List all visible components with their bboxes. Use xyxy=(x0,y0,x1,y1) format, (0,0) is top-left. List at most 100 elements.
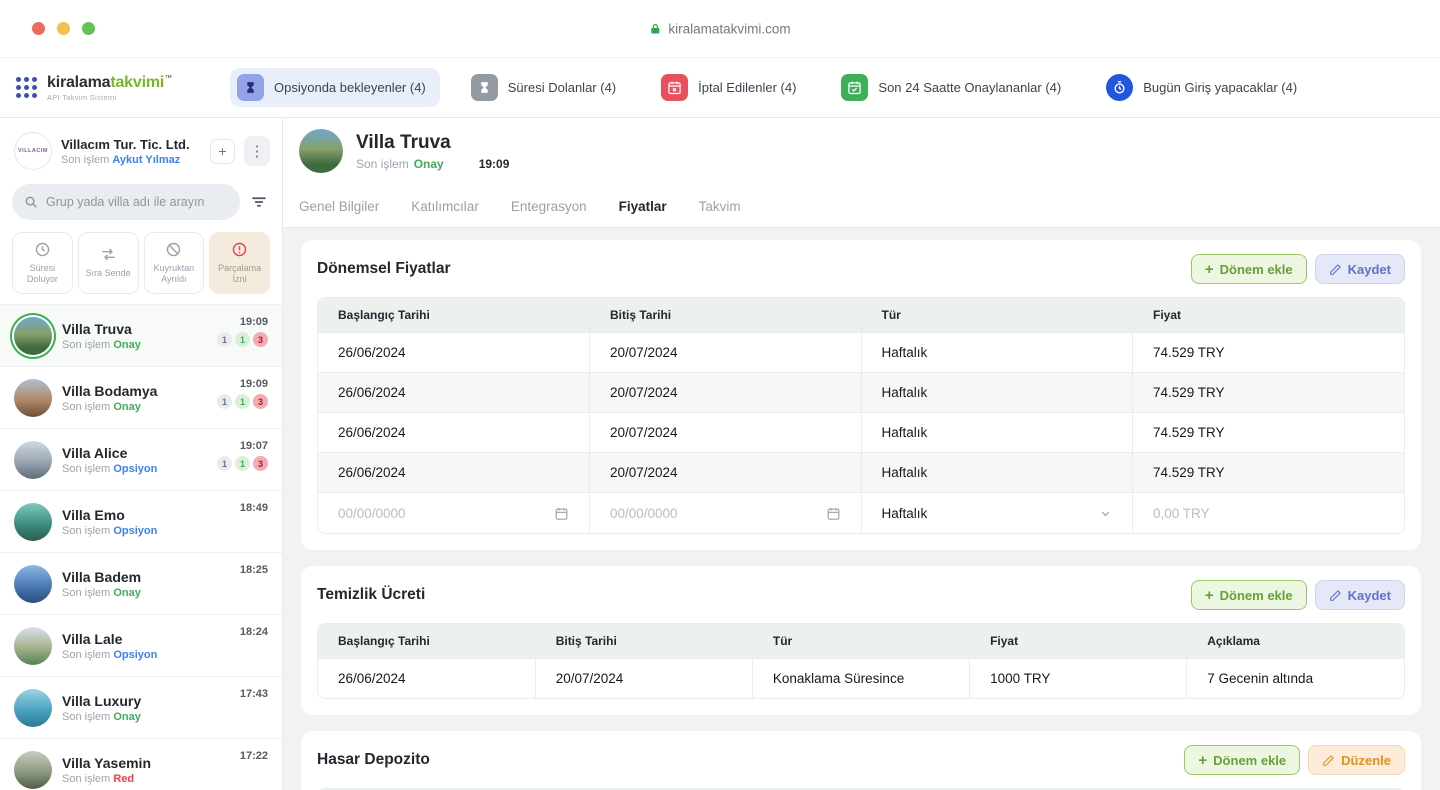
search-row xyxy=(0,180,282,230)
plus-icon: + xyxy=(1198,753,1207,768)
periodic-prices-table: Başlangıç Tarihi Bitiş Tarihi Tür Fiyat … xyxy=(317,297,1405,534)
calendar-x-icon xyxy=(661,74,688,101)
plus-icon: + xyxy=(1205,262,1214,277)
add-period-button[interactable]: + Dönem ekle xyxy=(1191,580,1307,610)
start-date-input[interactable] xyxy=(338,506,546,521)
maximize-window-button[interactable] xyxy=(82,22,95,35)
filter-chip-opsiyonda-bekleyenler[interactable]: Opsiyonda bekleyenler (4) xyxy=(230,68,440,107)
villa-list-item-luxury[interactable]: Villa Luxury Son işlem Onay 17:43 xyxy=(0,676,282,738)
table-row: 26/06/2024 20/07/2024 Haftalık 74.529 TR… xyxy=(318,413,1404,453)
villa-list-item-bodamya[interactable]: Villa Bodamya Son işlem Onay 19:09 1 1 3 xyxy=(0,366,282,428)
hourglass-icon xyxy=(237,74,264,101)
end-date-input[interactable] xyxy=(610,506,818,521)
card-title: Hasar Depozito xyxy=(317,751,430,769)
villa-list-item-emo[interactable]: Villa Emo Son işlem Opsiyon 18:49 xyxy=(0,490,282,552)
quick-filter-parcalama-izni[interactable]: Parçalama İzni xyxy=(209,232,270,294)
price-input[interactable] xyxy=(1153,506,1384,521)
filter-chip-suresi-dolanlar[interactable]: Süresi Dolanlar (4) xyxy=(464,68,630,107)
url-text: kiralamatakvimi.com xyxy=(668,21,790,36)
company-card: VILLACIM Villacım Tur. Tic. Ltd. Son işl… xyxy=(0,118,282,180)
filter-chip-bugun-giris-yapacaklar[interactable]: Bugün Giriş yapacaklar (4) xyxy=(1099,68,1311,107)
quick-filter-kuyruktan-ayrildi[interactable]: Kuyruktan Ayrıldı xyxy=(144,232,205,294)
periodic-prices-card: Dönemsel Fiyatlar + Dönem ekle Kaydet xyxy=(301,240,1421,550)
tab-katilimcilar[interactable]: Katılımcılar xyxy=(411,199,479,214)
calendar-icon[interactable] xyxy=(554,506,569,521)
villa-list-item-alice[interactable]: Villa Alice Son işlem Opsiyon 19:07 1 1 … xyxy=(0,428,282,490)
villa-avatar xyxy=(14,441,52,479)
damage-deposit-card: Hasar Depozito + Dönem ekle Düzenle xyxy=(301,731,1421,790)
tab-genel-bilgiler[interactable]: Genel Bilgiler xyxy=(299,199,379,214)
status-badge: Opsiyon xyxy=(113,463,157,475)
stopwatch-icon xyxy=(1106,74,1133,101)
type-select[interactable]: Haftalık xyxy=(882,500,1113,526)
search-field[interactable] xyxy=(46,195,228,209)
add-company-button[interactable]: + xyxy=(210,139,235,164)
villa-avatar xyxy=(14,627,52,665)
count-badges: 1 1 3 xyxy=(217,456,268,471)
tab-fiyatlar[interactable]: Fiyatlar xyxy=(619,199,667,214)
table-row: 26/06/2024 20/07/2024 Konaklama Süresinc… xyxy=(318,659,1404,699)
tab-entegrasyon[interactable]: Entegrasyon xyxy=(511,199,587,214)
quick-filter-suresi-doluyor[interactable]: Süresi Doluyor xyxy=(12,232,73,294)
cleaning-fee-table: Başlangıç Tarihi Bitiş Tarihi Tür Fiyat … xyxy=(317,623,1405,699)
add-period-button[interactable]: + Dönem ekle xyxy=(1184,745,1300,775)
pencil-icon xyxy=(1329,589,1342,602)
villa-avatar xyxy=(14,503,52,541)
page-title: Villa Truva xyxy=(356,132,509,154)
calendar-check-icon xyxy=(841,74,868,101)
tab-takvim[interactable]: Takvim xyxy=(699,199,741,214)
close-window-button[interactable] xyxy=(32,22,45,35)
minimize-window-button[interactable] xyxy=(57,22,70,35)
status-badge: Onay xyxy=(113,339,141,351)
count-badges: 1 1 3 xyxy=(217,394,268,409)
save-button[interactable]: Kaydet xyxy=(1315,254,1405,284)
swap-arrows-icon xyxy=(100,246,117,263)
card-title: Dönemsel Fiyatlar xyxy=(317,260,451,278)
villa-list-item-lale[interactable]: Villa Lale Son işlem Opsiyon 18:24 xyxy=(0,614,282,676)
last-action-time: 18:49 xyxy=(240,502,268,514)
villa-header: Villa Truva Son işlem Onay 19:09 xyxy=(283,118,1440,186)
table-header-row: Başlangıç Tarihi Bitiş Tarihi Tür Fiyat … xyxy=(318,624,1404,659)
last-action-time: 18:24 xyxy=(240,626,268,638)
filter-chip-son-24-saatte-onaylananlar[interactable]: Son 24 Saatte Onaylananlar (4) xyxy=(834,68,1075,107)
main-panel: Villa Truva Son işlem Onay 19:09 Genel B… xyxy=(283,118,1440,790)
company-name: Villacım Tur. Tic. Ltd. xyxy=(61,137,201,152)
search-icon xyxy=(24,195,38,209)
logo-block: kiralamatakvimi™ API Takvim Sistemi xyxy=(16,73,226,101)
villa-avatar xyxy=(14,565,52,603)
calendar-icon[interactable] xyxy=(826,506,841,521)
filter-chip-iptal-edilenler[interactable]: İptal Edilenler (4) xyxy=(654,68,810,107)
save-button[interactable]: Kaydet xyxy=(1315,580,1405,610)
company-menu-button[interactable]: ⋮ xyxy=(244,136,270,166)
pencil-icon xyxy=(1322,754,1335,767)
add-period-button[interactable]: + Dönem ekle xyxy=(1191,254,1307,284)
slash-circle-icon xyxy=(165,241,182,258)
sort-filter-icon[interactable] xyxy=(250,193,268,211)
last-action-time: 18:25 xyxy=(240,564,268,576)
quick-filter-sira-sende[interactable]: Sıra Sende xyxy=(78,232,139,294)
last-action-user: Aykut Yılmaz xyxy=(112,154,180,166)
app-grid-icon[interactable] xyxy=(16,77,37,98)
villa-avatar xyxy=(14,689,52,727)
app-header: kiralamatakvimi™ API Takvim Sistemi Opsi… xyxy=(0,58,1440,118)
status-badge: Onay xyxy=(113,401,141,413)
plus-icon: + xyxy=(1205,588,1214,603)
quick-filters: Süresi Doluyor Sıra Sende Kuyruktan Ayrı… xyxy=(0,230,282,304)
table-header-row: Başlangıç Tarihi Bitiş Tarihi Tür Fiyat xyxy=(318,298,1404,333)
browser-chrome: kiralamatakvimi.com xyxy=(0,0,1440,58)
status-badge: Onay xyxy=(113,711,141,723)
villa-avatar xyxy=(14,379,52,417)
villa-list-item-truva[interactable]: Villa Truva Son işlem Onay 19:09 1 1 3 xyxy=(0,304,282,366)
last-action-time: 19:07 xyxy=(240,440,268,452)
brand-subtitle: API Takvim Sistemi xyxy=(47,93,172,102)
villa-list: Villa Truva Son işlem Onay 19:09 1 1 3 xyxy=(0,304,282,790)
address-bar[interactable]: kiralamatakvimi.com xyxy=(649,21,790,36)
cleaning-fee-card: Temizlik Ücreti + Dönem ekle Kaydet xyxy=(301,566,1421,715)
search-input[interactable] xyxy=(12,184,240,220)
status-badge: Red xyxy=(113,773,134,785)
villa-avatar xyxy=(14,317,52,355)
villa-list-item-badem[interactable]: Villa Badem Son işlem Onay 18:25 xyxy=(0,552,282,614)
villa-list-item-yasemin[interactable]: Villa Yasemin Son işlem Red 17:22 xyxy=(0,738,282,790)
edit-button[interactable]: Düzenle xyxy=(1308,745,1405,775)
table-row: 26/06/2024 20/07/2024 Haftalık 74.529 TR… xyxy=(318,373,1404,413)
